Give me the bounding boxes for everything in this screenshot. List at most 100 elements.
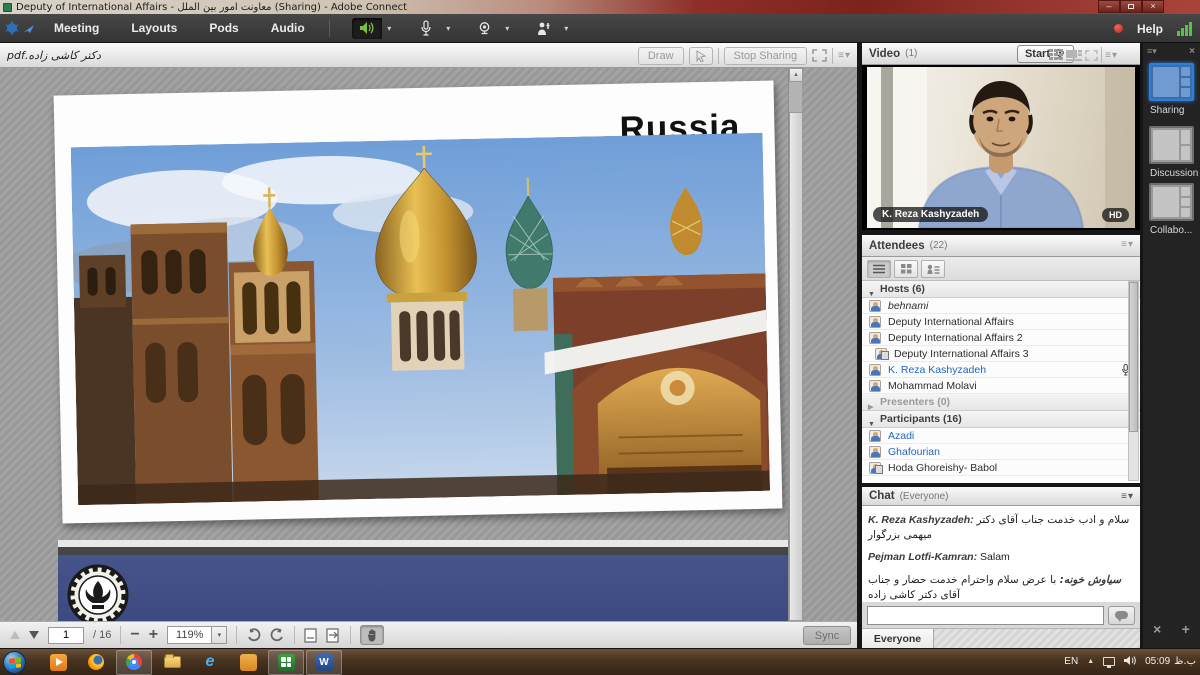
start-button[interactable]: [3, 651, 26, 674]
scroll-thumb[interactable]: [789, 112, 803, 621]
pointer-icon: [695, 50, 707, 62]
taskbar-chrome[interactable]: [116, 650, 152, 675]
video-pod-menu-button[interactable]: ≡▾: [1105, 50, 1118, 61]
up-arrow-icon: [10, 631, 20, 639]
menu-pods[interactable]: Pods: [193, 14, 254, 43]
attendee-grid-view-button[interactable]: [894, 260, 918, 278]
chat-message: Pejman Lotfi-Kamran: Salam: [868, 550, 1134, 565]
draw-button[interactable]: Draw: [638, 47, 684, 65]
zoom-dropdown-icon[interactable]: ▾: [211, 627, 226, 643]
folder-icon: [164, 656, 181, 668]
taskbar-connect-app[interactable]: [268, 650, 304, 675]
tray-volume-icon[interactable]: [1124, 655, 1136, 669]
menu-layouts[interactable]: Layouts: [115, 14, 193, 43]
page-down-button[interactable]: [29, 631, 39, 639]
taskbar-firefox[interactable]: [78, 650, 114, 675]
raise-hand-button[interactable]: [529, 18, 559, 39]
layout-collaboration[interactable]: Collabo...: [1149, 183, 1194, 236]
tab-everyone[interactable]: Everyone: [862, 629, 934, 649]
participants-group-header[interactable]: ▼Participants (16): [862, 411, 1140, 428]
sync-button[interactable]: Sync: [803, 626, 851, 645]
zoom-in-button[interactable]: +: [149, 626, 158, 644]
taskbar-media-player[interactable]: [40, 650, 76, 675]
layout-discussion-thumbnail[interactable]: [1149, 126, 1194, 164]
share-pod-menu-button[interactable]: ≡▾: [838, 50, 851, 61]
recording-indicator-icon: [1114, 24, 1123, 33]
pan-tool-button[interactable]: [360, 625, 384, 645]
video-fullscreen-icon[interactable]: [1085, 50, 1098, 61]
attendees-scrollbar[interactable]: [1128, 281, 1139, 481]
webcam-dropdown[interactable]: ▾: [500, 18, 515, 39]
attendees-pod-menu-button[interactable]: ≡▾: [1121, 239, 1134, 250]
ie-icon: e: [206, 654, 215, 670]
layout-sharing[interactable]: Sharing: [1149, 63, 1194, 116]
page-up-button[interactable]: [10, 631, 20, 639]
chat-pod-menu-button[interactable]: ≡▾: [1121, 491, 1134, 502]
attendee-row[interactable]: Mohammad Molavi: [862, 378, 1140, 394]
attendee-row-self[interactable]: K. Reza Kashyzadeh: [862, 362, 1140, 378]
fullscreen-button[interactable]: [812, 49, 827, 62]
status-view-icon: [927, 264, 940, 274]
taskbar-internet-explorer[interactable]: e: [192, 650, 228, 675]
add-layout-icon[interactable]: +: [1182, 621, 1190, 637]
fit-page-button[interactable]: [304, 628, 317, 643]
university-logo: [66, 563, 130, 621]
webcam-button[interactable]: [470, 18, 500, 39]
taskbar-orange-app[interactable]: [230, 650, 266, 675]
maximize-button[interactable]: [1120, 0, 1142, 13]
presenters-group-header[interactable]: ▶Presenters (0): [862, 394, 1140, 411]
attendee-row[interactable]: Deputy International Affairs 3: [862, 346, 1140, 362]
hosts-group-header[interactable]: ▼Hosts (6): [862, 281, 1140, 298]
taskbar-explorer[interactable]: [154, 650, 190, 675]
attendee-row[interactable]: Azadi: [862, 428, 1140, 444]
video-pod-header: Video (1) Start ≡▾: [862, 43, 1140, 65]
attendee-row[interactable]: Ghafourian: [862, 444, 1140, 460]
stop-sharing-button[interactable]: Stop Sharing: [724, 47, 808, 65]
grid-view-icon[interactable]: [1049, 49, 1063, 61]
attendees-scroll-thumb[interactable]: [1129, 282, 1138, 432]
chat-input[interactable]: [867, 606, 1104, 625]
fullscreen-icon: [812, 49, 827, 62]
send-message-button[interactable]: [1108, 606, 1135, 625]
scroll-up-arrow[interactable]: ▲: [789, 68, 803, 82]
filmstrip-view-icon[interactable]: [1066, 49, 1082, 61]
minimize-button[interactable]: –: [1098, 0, 1120, 13]
layout-sharing-thumbnail[interactable]: [1149, 63, 1194, 101]
layout-collaboration-thumbnail[interactable]: [1149, 183, 1194, 221]
microphone-button[interactable]: [411, 18, 441, 39]
tray-expand-icon[interactable]: ▲: [1087, 658, 1094, 665]
chat-pod-header: Chat (Everyone) ≡▾: [862, 487, 1140, 506]
layout-bar-close-icon[interactable]: ×: [1189, 46, 1195, 57]
menu-audio[interactable]: Audio: [255, 14, 321, 43]
layout-discussion[interactable]: Discussion: [1149, 126, 1194, 179]
share-vertical-scrollbar[interactable]: ▲: [788, 68, 802, 621]
taskbar-word[interactable]: W: [306, 650, 342, 675]
attendee-row[interactable]: Deputy International Affairs: [862, 314, 1140, 330]
microphone-dropdown[interactable]: ▾: [441, 18, 456, 39]
attendee-row[interactable]: behnami: [862, 298, 1140, 314]
attendee-list-view-button[interactable]: [867, 260, 891, 278]
speaker-button[interactable]: [352, 18, 382, 39]
close-button[interactable]: ×: [1142, 0, 1164, 13]
attendee-row[interactable]: Hoda Ghoreishy- Babol: [862, 460, 1140, 476]
menu-meeting[interactable]: Meeting: [38, 14, 115, 43]
rotate-right-button[interactable]: [270, 628, 285, 642]
zoom-out-button[interactable]: −: [130, 626, 139, 644]
tray-language[interactable]: EN: [1064, 656, 1078, 667]
layout-bar-menu-button[interactable]: ≡▾: [1147, 46, 1157, 57]
delete-layout-icon[interactable]: ×: [1153, 621, 1161, 637]
attendee-status-view-button[interactable]: [921, 260, 945, 278]
rotate-left-button[interactable]: [246, 628, 261, 642]
fit-width-button[interactable]: [326, 628, 341, 643]
help-menu[interactable]: Help: [1137, 22, 1163, 36]
speaker-dropdown[interactable]: ▾: [382, 18, 397, 39]
pointer-tool-button[interactable]: [689, 47, 713, 65]
tray-network-icon[interactable]: [1103, 657, 1115, 666]
attendee-row[interactable]: Deputy International Affairs 2: [862, 330, 1140, 346]
raise-hand-dropdown[interactable]: ▾: [559, 18, 574, 39]
page-number-input[interactable]: [48, 627, 84, 644]
zoom-level-select[interactable]: 119% ▾: [167, 626, 227, 644]
chat-tab-bar: Everyone: [862, 628, 1140, 648]
video-body: K. Reza Kashyzadeh HD: [862, 65, 1140, 230]
tray-clock[interactable]: 05:09ب.ظ: [1145, 656, 1196, 667]
